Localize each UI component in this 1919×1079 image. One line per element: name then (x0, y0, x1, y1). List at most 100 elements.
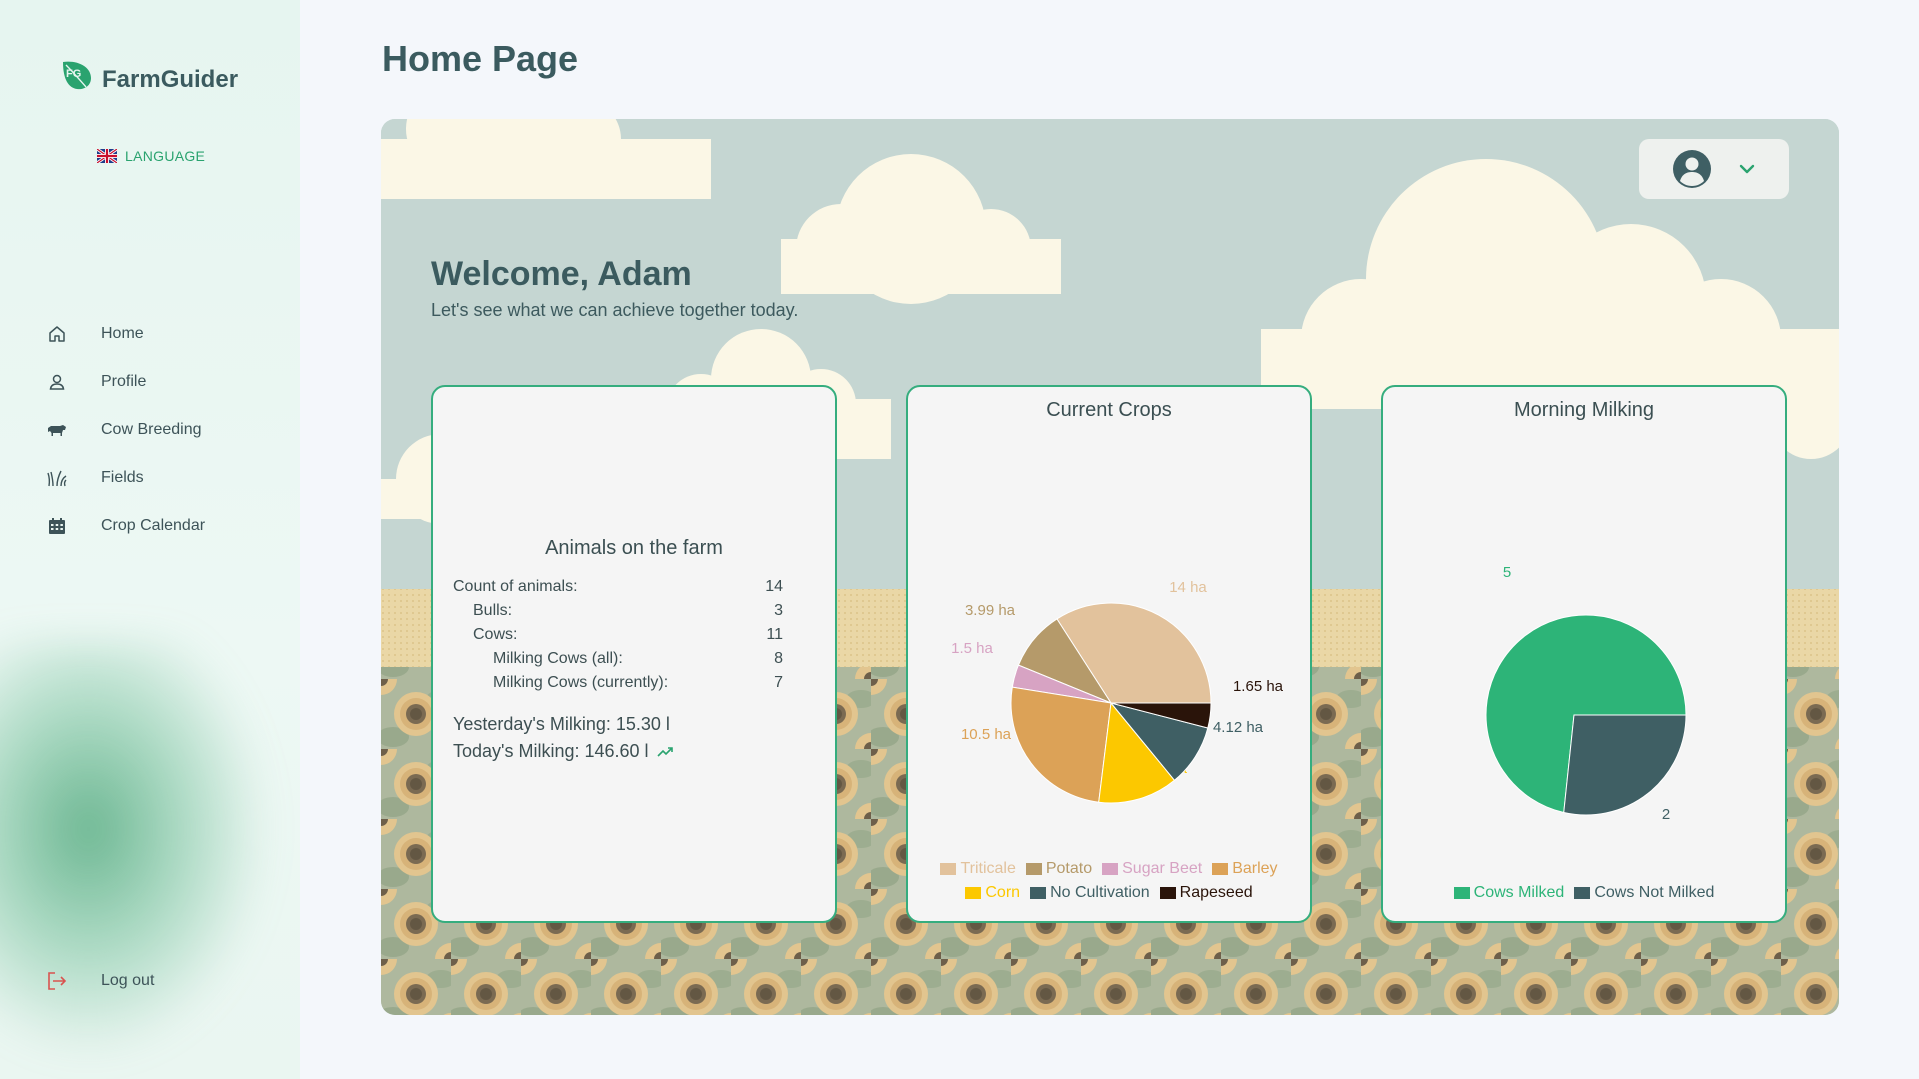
language-label: LANGUAGE (125, 148, 206, 164)
sidebar-item-label: Fields (101, 469, 144, 486)
legend-swatch (1453, 887, 1470, 899)
pie-slice-cows-not-milked[interactable] (1563, 714, 1687, 816)
legend-label: Corn (985, 884, 1021, 901)
legend-item[interactable]: Potato (1025, 857, 1093, 881)
stat-label: Count of animals: (453, 578, 578, 595)
today-milking-row: Today's Milking: 146.60 l (453, 741, 675, 762)
chevron-down-icon (1739, 164, 1755, 174)
stat-value: 7 (774, 674, 783, 691)
user-avatar-icon (1673, 150, 1711, 188)
logout-label: Log out (101, 972, 155, 989)
milking-pie-chart: 52 (1485, 564, 1687, 823)
legend-swatch (1159, 887, 1176, 899)
legend-label: Cows Milked (1473, 884, 1565, 901)
legend-label: Sugar Beet (1122, 860, 1203, 877)
stat-value: 3 (774, 602, 783, 619)
stat-row-cows: Cows: 11 (453, 623, 783, 647)
legend-swatch (1102, 863, 1119, 875)
cow-icon (46, 419, 68, 441)
legend-swatch (1212, 863, 1229, 875)
sidebar-item-label: Home (101, 325, 144, 342)
stat-row-milking-all: Milking Cows (all): 8 (453, 647, 783, 671)
legend-item[interactable]: Rapeseed (1159, 881, 1253, 905)
logout-button[interactable]: Log out (46, 970, 154, 992)
legend-label: Cows Not Milked (1594, 884, 1715, 901)
user-icon (46, 371, 68, 393)
stat-label: Milking Cows (all): (493, 650, 623, 667)
current-crops-card: Current Crops 14 ha3.99 ha1.5 ha10.5 ha5… (906, 385, 1312, 923)
legend-swatch (1025, 863, 1042, 875)
pie-slice-barley[interactable] (1010, 686, 1112, 803)
legend-item[interactable]: Cows Not Milked (1574, 881, 1714, 905)
sidebar-glow (0, 640, 270, 1060)
app-logo[interactable]: FG FarmGuider (60, 56, 238, 94)
legend-item[interactable]: Barley (1212, 857, 1278, 881)
legend-item[interactable]: Sugar Beet (1102, 857, 1202, 881)
stat-label: Cows: (473, 626, 518, 643)
sidebar-item-crop-calendar[interactable]: Crop Calendar (46, 502, 286, 550)
legend-swatch (965, 887, 982, 899)
milking-chart-title: Morning Milking (1513, 399, 1655, 421)
legend-swatch (940, 863, 957, 875)
pie-data-label: 3.99 ha (965, 602, 1016, 619)
welcome-subtitle: Let's see what we can achieve together t… (431, 300, 799, 320)
sidebar: FG FarmGuider LANGUAGE Home Profile Cow … (0, 0, 300, 1079)
page-title: Home Page (382, 38, 579, 79)
leaf-logo-icon: FG (63, 61, 91, 90)
logo-initials: FG (66, 68, 81, 80)
logout-icon (46, 970, 68, 992)
sidebar-item-label: Cow Breeding (101, 421, 202, 438)
sidebar-item-fields[interactable]: Fields (46, 454, 286, 502)
stat-row-milking-current: Milking Cows (currently): 7 (453, 671, 783, 695)
crops-chart-title: Current Crops (1046, 399, 1172, 421)
pie-data-label: 1.5 ha (951, 640, 993, 657)
today-milking: Today's Milking: 146.60 l (453, 741, 649, 761)
pie-data-label: 1.65 ha (1233, 678, 1284, 695)
home-icon (46, 323, 68, 345)
legend-item[interactable]: Cows Milked (1453, 881, 1565, 905)
calendar-icon (46, 515, 68, 537)
trending-up-icon (656, 746, 673, 757)
stat-value: 8 (774, 650, 783, 667)
morning-milking-card: Morning Milking 52 Cows Milked Cows Not M… (1381, 385, 1787, 923)
legend-item[interactable]: Corn (965, 881, 1020, 905)
pie-data-label: 4.12 ha (1213, 719, 1264, 736)
welcome-heading: Welcome, Adam (431, 255, 692, 293)
legend-swatch (1574, 887, 1591, 899)
legend-swatch (1030, 887, 1047, 899)
animals-card-title: Animals on the farm (545, 537, 723, 559)
stat-value: 11 (766, 626, 783, 643)
sidebar-item-label: Crop Calendar (101, 517, 206, 534)
crops-pie-chart: 14 ha3.99 ha1.5 ha10.5 ha5.3 ha4.12 ha1.… (951, 579, 1284, 804)
sidebar-item-cow-breeding[interactable]: Cow Breeding (46, 406, 286, 454)
legend-label: Triticale (960, 860, 1016, 877)
stat-label: Bulls: (473, 602, 513, 619)
app-name: FarmGuider (102, 66, 239, 93)
stat-row-count: Count of animals: 14 (453, 575, 783, 599)
grass-icon (46, 467, 68, 489)
legend-label: No Cultivation (1050, 884, 1150, 901)
stat-value: 14 (765, 578, 783, 595)
legend-label: Potato (1045, 860, 1093, 877)
uk-flag-icon (97, 149, 117, 163)
welcome-banner: Welcome, Adam Let's see what we can achi… (381, 119, 1839, 1015)
profile-menu-button[interactable] (1639, 139, 1789, 199)
pie-data-label: 5 (1503, 564, 1511, 581)
legend-item[interactable]: Triticale (940, 857, 1016, 881)
pie-data-label: 10.5 ha (961, 726, 1012, 743)
pie-data-label: 14 ha (1169, 579, 1207, 596)
sidebar-nav: Home Profile Cow Breeding Fields Crop Ca… (46, 310, 286, 550)
language-selector[interactable]: LANGUAGE (97, 148, 205, 164)
animals-stats: Count of animals: 14 Bulls: 3 Cows: 11 M… (453, 575, 783, 695)
legend-item[interactable]: No Cultivation (1030, 881, 1150, 905)
sidebar-item-home[interactable]: Home (46, 310, 286, 358)
legend-label: Barley (1232, 860, 1278, 877)
sidebar-item-profile[interactable]: Profile (46, 358, 286, 406)
stat-label: Milking Cows (currently): (493, 674, 669, 691)
milking-legend: Cows Milked Cows Not Milked (1383, 881, 1785, 905)
yesterday-milking: Yesterday's Milking: 15.30 l (453, 714, 670, 734)
animals-card: Animals on the farm Count of animals: 14… (431, 385, 837, 923)
sidebar-item-label: Profile (101, 373, 147, 390)
legend-label: Rapeseed (1179, 884, 1253, 901)
pie-data-label: 2 (1662, 806, 1670, 823)
